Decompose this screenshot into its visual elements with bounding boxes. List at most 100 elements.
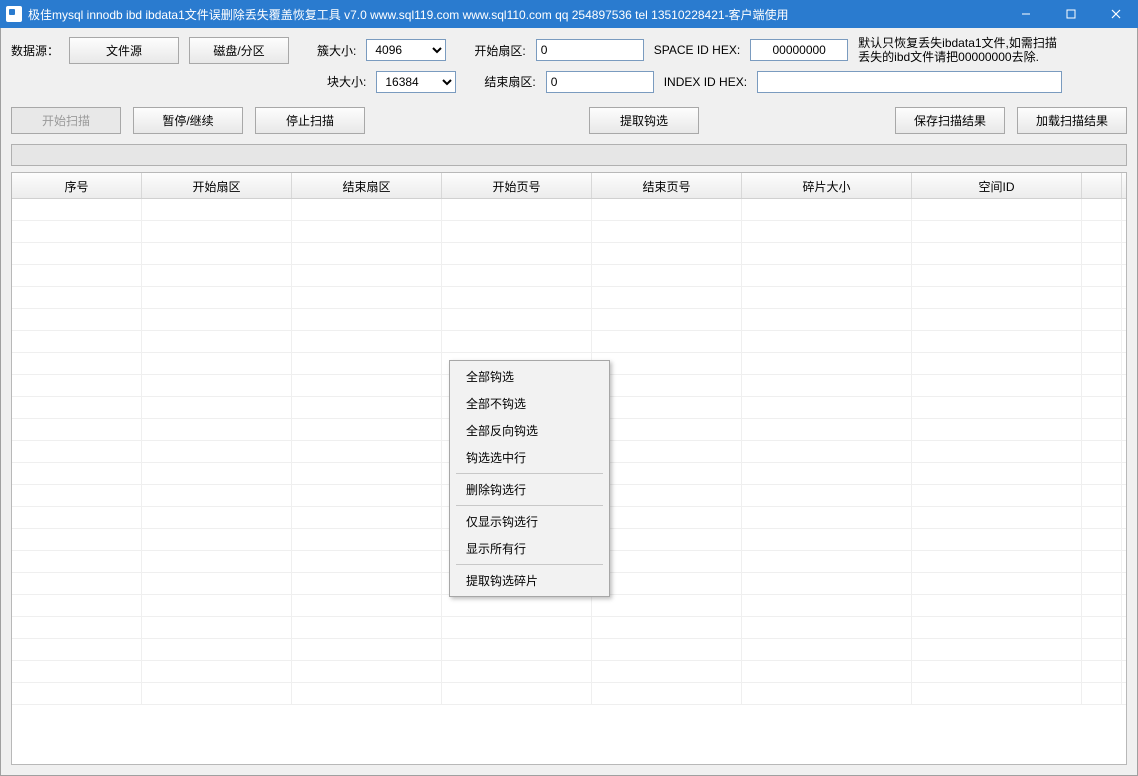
- cell: [292, 573, 442, 594]
- col-end-sector[interactable]: 结束扇区: [292, 173, 442, 198]
- cm-select-all[interactable]: 全部钩选: [452, 363, 607, 390]
- cluster-size-select[interactable]: 4096: [366, 39, 446, 61]
- cell: [592, 639, 742, 660]
- col-frag-size[interactable]: 碎片大小: [742, 173, 912, 198]
- cell: [12, 353, 142, 374]
- cell: [142, 441, 292, 462]
- cell: [912, 353, 1082, 374]
- stop-scan-button[interactable]: 停止扫描: [255, 107, 365, 134]
- cell: [12, 441, 142, 462]
- col-start-page[interactable]: 开始页号: [442, 173, 592, 198]
- cm-deselect-all[interactable]: 全部不钩选: [452, 390, 607, 417]
- save-result-button[interactable]: 保存扫描结果: [895, 107, 1005, 134]
- index-id-input[interactable]: [757, 71, 1062, 93]
- cell: [12, 309, 142, 330]
- grid-header: 序号 开始扇区 结束扇区 开始页号 结束页号 碎片大小 空间ID: [12, 173, 1126, 199]
- disk-partition-button[interactable]: 磁盘/分区: [189, 37, 289, 64]
- note-text: 默认只恢复丢失ibdata1文件,如需扫描丢失的ibd文件请把00000000去…: [858, 36, 1058, 65]
- cell: [912, 573, 1082, 594]
- context-menu: 全部钩选 全部不钩选 全部反向钩选 钩选选中行 删除钩选行 仅显示钩选行 显示所…: [449, 360, 610, 597]
- cell: [442, 221, 592, 242]
- cm-sep-3: [456, 564, 603, 565]
- cell: [142, 221, 292, 242]
- cm-show-all[interactable]: 显示所有行: [452, 535, 607, 562]
- col-end-page[interactable]: 结束页号: [592, 173, 742, 198]
- cell: [592, 529, 742, 550]
- cell: [12, 595, 142, 616]
- cell: [742, 595, 912, 616]
- col-start-sector[interactable]: 开始扇区: [142, 173, 292, 198]
- cell: [592, 683, 742, 704]
- cell: [292, 639, 442, 660]
- block-size-select[interactable]: 16384: [376, 71, 456, 93]
- table-row[interactable]: [12, 639, 1126, 661]
- cell: [742, 617, 912, 638]
- cell: [912, 639, 1082, 660]
- table-row[interactable]: [12, 287, 1126, 309]
- load-result-button[interactable]: 加载扫描结果: [1017, 107, 1127, 134]
- cell: [442, 331, 592, 352]
- app-icon: [6, 6, 22, 22]
- col-extra[interactable]: [1082, 173, 1122, 198]
- controls-row-1: 数据源： 文件源 磁盘/分区 簇大小: 4096 开始扇区: SPACE ID …: [1, 28, 1137, 69]
- cell: [292, 529, 442, 550]
- table-row[interactable]: [12, 595, 1126, 617]
- cm-invert[interactable]: 全部反向钩选: [452, 417, 607, 444]
- block-size-label: 块大小:: [327, 73, 366, 90]
- cell: [592, 309, 742, 330]
- cell: [1082, 221, 1122, 242]
- close-button[interactable]: [1093, 0, 1138, 28]
- cell: [292, 353, 442, 374]
- cell: [1082, 375, 1122, 396]
- table-row[interactable]: [12, 221, 1126, 243]
- cell: [292, 397, 442, 418]
- maximize-button[interactable]: [1048, 0, 1093, 28]
- cell: [1082, 463, 1122, 484]
- table-row[interactable]: [12, 617, 1126, 639]
- cm-delete-checked[interactable]: 删除钩选行: [452, 476, 607, 503]
- cell: [292, 507, 442, 528]
- cell: [142, 331, 292, 352]
- cell: [292, 375, 442, 396]
- cm-extract-fragments[interactable]: 提取钩选碎片: [452, 567, 607, 594]
- start-sector-input[interactable]: [536, 39, 644, 61]
- start-scan-button[interactable]: 开始扫描: [11, 107, 121, 134]
- cell: [292, 265, 442, 286]
- cell: [742, 243, 912, 264]
- col-space-id[interactable]: 空间ID: [912, 173, 1082, 198]
- cell: [12, 199, 142, 220]
- end-sector-input[interactable]: [546, 71, 654, 93]
- cell: [442, 617, 592, 638]
- table-row[interactable]: [12, 243, 1126, 265]
- cm-select-row[interactable]: 钩选选中行: [452, 444, 607, 471]
- table-row[interactable]: [12, 683, 1126, 705]
- cm-show-checked[interactable]: 仅显示钩选行: [452, 508, 607, 535]
- cell: [292, 419, 442, 440]
- space-id-input[interactable]: [750, 39, 848, 61]
- cell: [142, 529, 292, 550]
- cell: [442, 265, 592, 286]
- cell: [912, 221, 1082, 242]
- col-index[interactable]: 序号: [12, 173, 142, 198]
- cell: [912, 441, 1082, 462]
- table-row[interactable]: [12, 199, 1126, 221]
- cell: [742, 463, 912, 484]
- table-row[interactable]: [12, 661, 1126, 683]
- file-source-button[interactable]: 文件源: [69, 37, 179, 64]
- cell: [742, 199, 912, 220]
- minimize-button[interactable]: [1003, 0, 1048, 28]
- cell: [742, 573, 912, 594]
- table-row[interactable]: [12, 309, 1126, 331]
- cell: [592, 243, 742, 264]
- table-row[interactable]: [12, 331, 1126, 353]
- extract-checked-button[interactable]: 提取钩选: [589, 107, 699, 134]
- cell: [12, 573, 142, 594]
- cell: [592, 485, 742, 506]
- cell: [912, 683, 1082, 704]
- pause-resume-button[interactable]: 暂停/继续: [133, 107, 243, 134]
- cell: [1082, 353, 1122, 374]
- cell: [1082, 485, 1122, 506]
- table-row[interactable]: [12, 265, 1126, 287]
- progress-bar: [11, 144, 1127, 166]
- cell: [292, 463, 442, 484]
